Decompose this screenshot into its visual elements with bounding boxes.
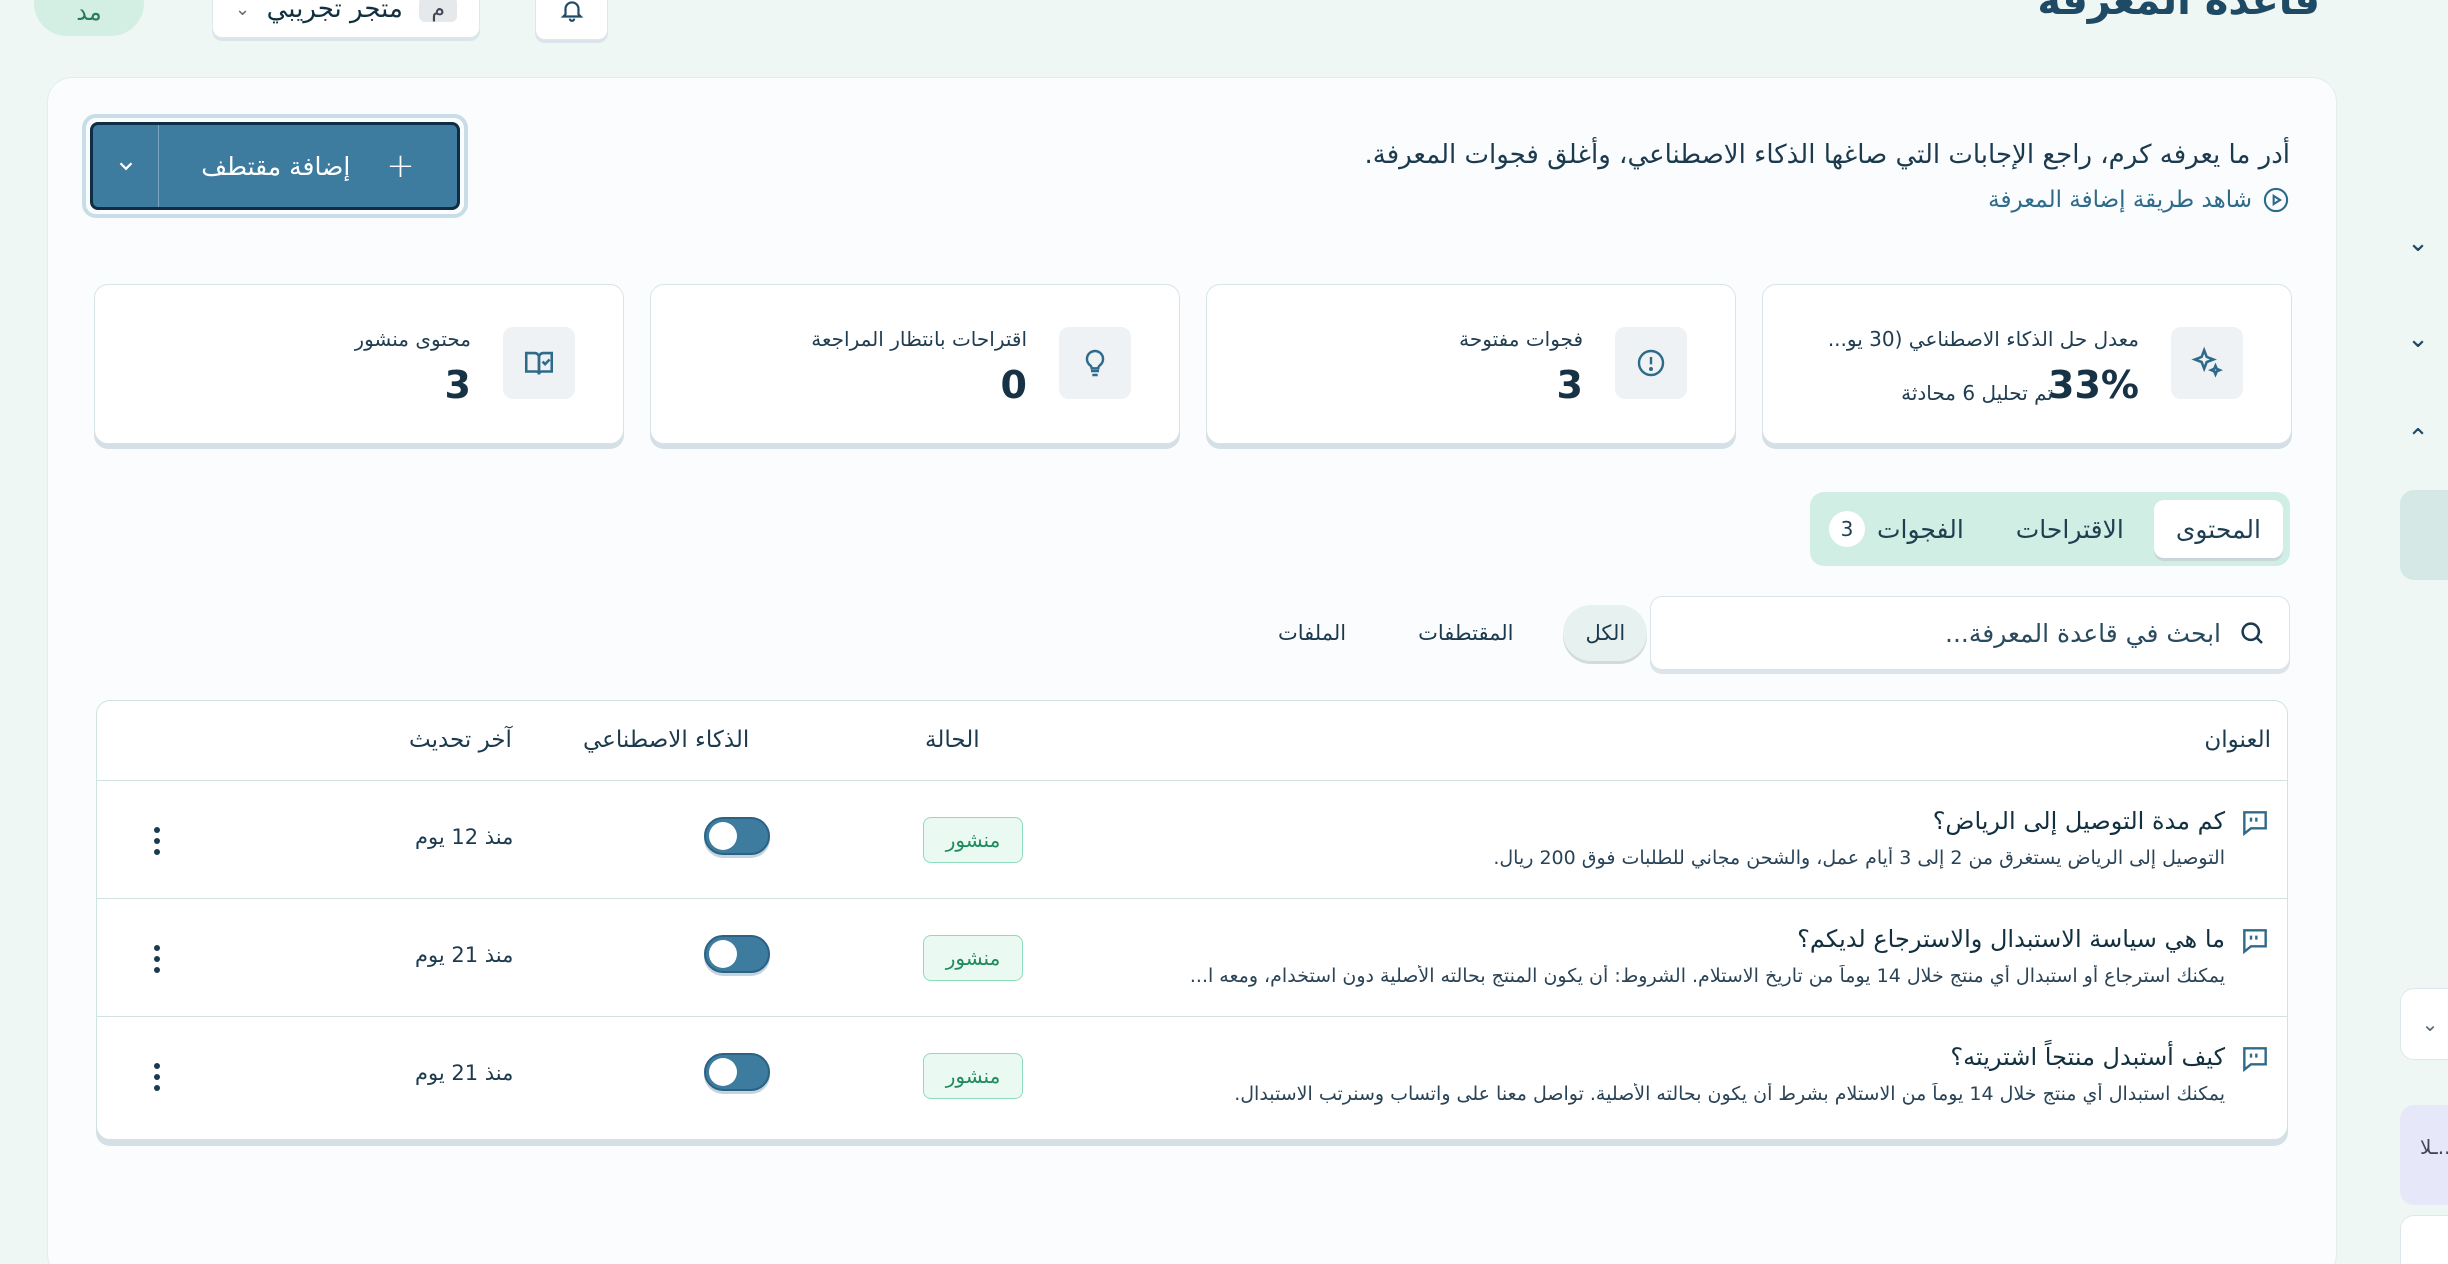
search-icon [2241, 622, 2263, 644]
side-snippet-preview[interactable]: ـلا... [2400, 1105, 2448, 1205]
page-title: قاعدة المعرفة [2037, 0, 2320, 24]
notifications-button[interactable] [535, 0, 608, 40]
more-options-icon[interactable] [147, 823, 167, 859]
table-header: العنوان الحالة الذكاء الاصطناعي آخر تحدي… [97, 701, 2287, 781]
column-updated: آخر تحديث [409, 727, 512, 753]
more-options-icon[interactable] [147, 1059, 167, 1095]
toggle-knob [709, 822, 737, 850]
stat-value: 3 [1556, 363, 1583, 407]
ai-toggle[interactable] [704, 1053, 770, 1091]
filter-files[interactable]: الملفات [1256, 605, 1368, 661]
ai-toggle[interactable] [704, 935, 770, 973]
side-card [2400, 1215, 2448, 1264]
quote-icon [2243, 811, 2267, 837]
stat-ai-resolution: معدل حل الذكاء الاصطناعي (30 يو... 33% ت… [1762, 284, 2292, 444]
row-updated: منذ 21 يوم [415, 1061, 514, 1085]
ai-toggle[interactable] [704, 817, 770, 855]
store-badge: م [419, 0, 457, 22]
column-title: العنوان [2204, 727, 2271, 753]
play-circle-icon [2263, 187, 2289, 213]
store-name: متجر تجريبي [266, 0, 403, 24]
filter-all[interactable]: الكل [1563, 605, 1648, 661]
chevron-down-icon: ⌄ [2421, 1012, 2439, 1036]
stat-label: اقتراحات بانتظار المراجعة [811, 327, 1027, 351]
lightbulb-icon [1059, 327, 1131, 399]
alert-circle-icon [1615, 327, 1687, 399]
bell-icon [560, 1, 583, 22]
table-row[interactable]: ما هي سياسة الاستبدال والاسترجاع لديكم؟ … [97, 899, 2287, 1017]
stat-pending-suggestions: اقتراحات بانتظار المراجعة 0 [650, 284, 1180, 444]
store-selector[interactable]: م متجر تجريبي ⌄ [212, 0, 480, 38]
row-snippet: يمكنك استبدال أي منتج خلال 14 يوماً من ا… [1234, 1083, 2225, 1105]
add-snippet-button-group: + إضافة مقتطف [90, 122, 460, 210]
avatar[interactable]: مد [34, 0, 144, 36]
add-snippet-button[interactable]: + إضافة مقتطف [159, 125, 457, 207]
tab-gaps[interactable]: الفجوات 3 [1807, 500, 1986, 558]
chevron-down-icon [119, 162, 132, 171]
tab-gaps-count: 3 [1829, 511, 1866, 547]
stat-open-gaps: فجوات مفتوحة 3 [1206, 284, 1736, 444]
side-nav-active-item[interactable] [2400, 490, 2448, 580]
stat-label: فجوات مفتوحة [1459, 327, 1583, 351]
stat-subtext: تم تحليل 6 محادثة [1901, 381, 2053, 405]
tab-content[interactable]: المحتوى [2153, 500, 2283, 558]
side-chevron-down-icon[interactable]: ⌄ [2388, 228, 2448, 258]
search-input[interactable] [1673, 618, 2221, 648]
intro-section: أدر ما يعرفه كرم، راجع الإجابات التي صاغ… [1365, 140, 2290, 214]
side-chevron-up-icon[interactable]: ⌃ [2388, 424, 2448, 454]
sparkles-icon [2171, 327, 2243, 399]
type-filters: الكل المقتطفات الملفات [1256, 598, 1648, 668]
filter-snippets[interactable]: المقتطفات [1396, 605, 1535, 661]
video-link[interactable]: شاهد طريقة إضافة المعرفة [1365, 186, 2290, 214]
add-snippet-label: إضافة مقتطف [201, 151, 351, 181]
intro-description: أدر ما يعرفه كرم، راجع الإجابات التي صاغ… [1364, 140, 2290, 170]
row-snippet: التوصيل إلى الرياض يستغرق من 2 إلى 3 أيا… [1493, 847, 2225, 869]
book-check-icon [503, 327, 575, 399]
stat-value: 33% [2048, 363, 2139, 407]
table-row[interactable]: كم مدة التوصيل إلى الرياض؟ التوصيل إلى ا… [97, 781, 2287, 899]
tab-suggestions[interactable]: الاقتراحات [1994, 500, 2146, 558]
row-updated: منذ 12 يوم [415, 825, 514, 849]
toggle-knob [709, 1058, 737, 1086]
add-snippet-focus-ring: + إضافة مقتطف [82, 114, 468, 218]
more-options-icon[interactable] [147, 941, 167, 977]
quote-icon [2243, 929, 2267, 955]
row-updated: منذ 21 يوم [415, 943, 514, 967]
column-status: الحالة [925, 727, 980, 753]
table-row[interactable]: كيف أستبدل منتجاً اشتريته؟ يمكنك استبدال… [97, 1017, 2287, 1135]
search-box [1650, 596, 2290, 670]
status-badge: منشور [923, 935, 1023, 981]
side-collapse-button[interactable]: ⌄ [2400, 988, 2448, 1060]
row-snippet: يمكنك استرجاع أو استبدال أي منتج خلال 14… [1189, 965, 2225, 987]
add-snippet-dropdown-button[interactable] [93, 125, 159, 207]
knowledge-table: العنوان الحالة الذكاء الاصطناعي آخر تحدي… [96, 700, 2288, 1140]
side-chevron-down-icon[interactable]: ⌄ [2388, 324, 2448, 354]
plus-icon: + [386, 146, 415, 186]
quote-icon [2243, 1047, 2267, 1073]
video-link-label: شاهد طريقة إضافة المعرفة [1988, 187, 2252, 213]
stat-label: محتوى منشور [354, 327, 471, 351]
status-badge: منشور [923, 817, 1023, 863]
stat-label: معدل حل الذكاء الاصطناعي (30 يو... [1827, 327, 2139, 351]
chevron-down-icon: ⌄ [235, 0, 251, 20]
content-tabs: المحتوى الاقتراحات الفجوات 3 [1810, 492, 2290, 566]
tab-gaps-label: الفجوات [1877, 514, 1964, 544]
stat-value: 3 [444, 363, 471, 407]
stat-published-content: محتوى منشور 3 [94, 284, 624, 444]
toggle-knob [709, 940, 737, 968]
row-title: كم مدة التوصيل إلى الرياض؟ [1932, 807, 2225, 835]
row-title: ما هي سياسة الاستبدال والاسترجاع لديكم؟ [1797, 925, 2225, 953]
stat-value: 0 [1000, 363, 1027, 407]
column-ai: الذكاء الاصطناعي [583, 727, 750, 753]
knowledge-base-card: أدر ما يعرفه كرم، راجع الإجابات التي صاغ… [48, 78, 2336, 1264]
row-title: كيف أستبدل منتجاً اشتريته؟ [1950, 1043, 2225, 1071]
status-badge: منشور [923, 1053, 1023, 1099]
